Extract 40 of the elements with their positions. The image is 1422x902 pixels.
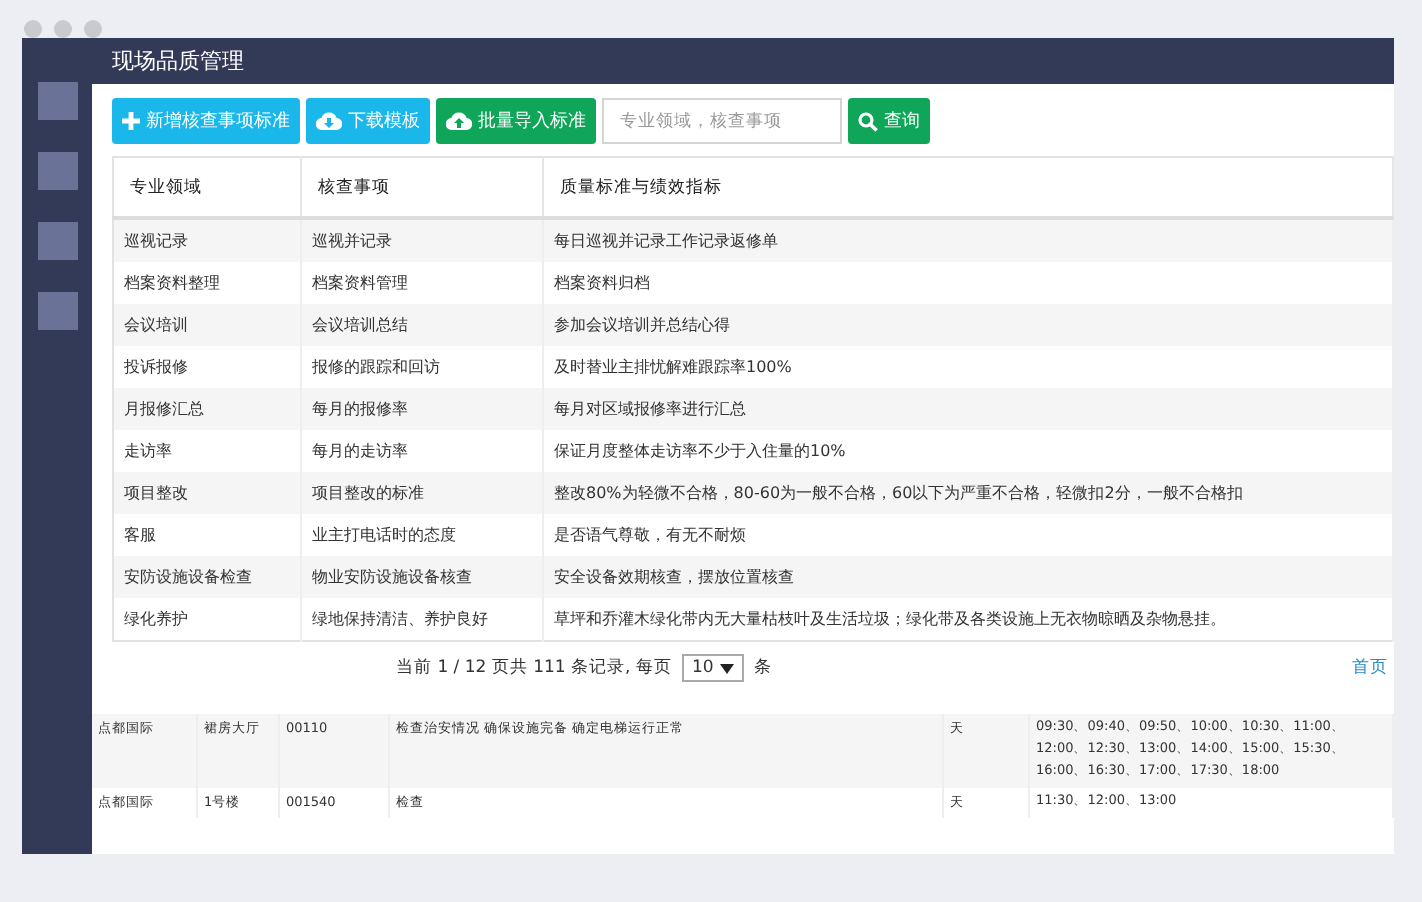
import-button[interactable]: 批量导入标准: [436, 98, 596, 144]
table-cell: 参加会议培训并总结心得: [543, 304, 1393, 346]
plus-icon: [122, 112, 140, 130]
table-cell: 巡视并记录: [301, 218, 543, 262]
table-cell: 草坪和乔灌木绿化带内无大量枯枝叶及生活垃圾；绿化带及各类设施上无衣物晾晒及杂物悬挂。: [543, 598, 1393, 641]
table-cell: 安全设备效期核查，摆放位置核查: [543, 556, 1393, 598]
query-button[interactable]: 查询: [848, 98, 930, 144]
table-cell: 会议培训总结: [301, 304, 543, 346]
cloud-upload-icon: [446, 112, 472, 130]
window-dot-icon: [24, 20, 42, 38]
download-button[interactable]: 下载模板: [306, 98, 430, 144]
sidebar-item-icon[interactable]: [37, 292, 77, 330]
table-cell: 绿地保持清洁、养护良好: [301, 598, 543, 641]
table-cell: 每月对区域报修率进行汇总: [543, 388, 1393, 430]
table-cell: 整改80%为轻微不合格，80-60为一般不合格，60以下为严重不合格，轻微扣2分，一般不合格扣: [543, 472, 1393, 514]
sidebar-item-icon[interactable]: [37, 222, 77, 260]
cloud-download-icon: [316, 112, 342, 130]
dropdown-caret-icon: [719, 663, 734, 673]
search-field[interactable]: 专业领域，核查事项: [602, 98, 842, 144]
window-dot-icon: [84, 20, 102, 38]
window-dot-icon: [54, 20, 72, 38]
table-cell: 绿化养护: [113, 598, 301, 641]
table-cell: 月报修汇总: [113, 388, 301, 430]
sidebar-item-icon[interactable]: [37, 82, 77, 120]
table-cell: 每月的报修率: [301, 388, 543, 430]
add-button[interactable]: 新增核查事项标准: [112, 98, 300, 144]
table-cell: 安防设施设备检查: [113, 556, 301, 598]
search-icon: [858, 111, 878, 131]
table-cell: 项目整改的标准: [301, 472, 543, 514]
window-title: 现场品质管理: [112, 46, 244, 76]
page-size-select[interactable]: 10: [681, 654, 744, 682]
first-page-link[interactable]: 首页: [1352, 656, 1388, 680]
pagination-unit: 条: [753, 656, 772, 680]
table-cell: 巡视记录: [113, 218, 301, 262]
table-cell: 物业安防设施设备核查: [301, 556, 543, 598]
table-cell: 会议培训: [113, 304, 301, 346]
pagination-summary: 当前 1 / 12 页共 111 条记录, 每页: [396, 656, 672, 680]
sidebar-item-icon[interactable]: [37, 152, 77, 190]
table-cell: 每日巡视并记录工作记录返修单: [543, 218, 1393, 262]
table-cell: 项目整改: [113, 472, 301, 514]
